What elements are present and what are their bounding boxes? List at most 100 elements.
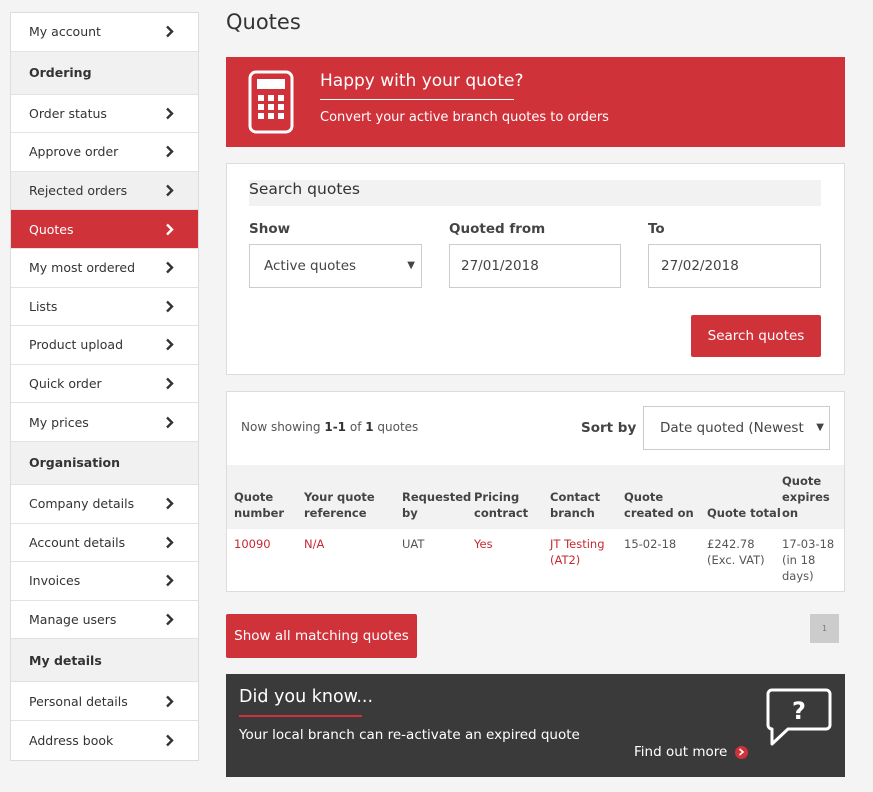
sidebar-item-lists[interactable]: Lists [11,288,198,327]
sort-select-value: Date quoted (Newest [660,420,804,436]
show-select[interactable]: Active quotes ▼ [249,244,422,288]
dyk-body: Your local branch can re-activate an exp… [239,727,580,743]
sidebar-item-address-book[interactable]: Address book [11,721,198,760]
quoted-from-input[interactable]: 27/01/2018 [449,244,621,288]
sidebar-item-label: Manage users [29,612,117,628]
sort-by-label: Sort by [581,420,637,436]
chevron-right-icon [162,694,176,708]
chevron-right-icon [162,338,176,352]
sidebar-item-label: Organisation [29,455,120,471]
results-panel: Now showing 1-1 of 1 quotes Sort by Date… [226,391,845,592]
sidebar-item-label: Lists [29,298,58,314]
chevron-right-icon [162,497,176,511]
sidebar-item-label: Account details [29,534,126,550]
sidebar-item-my-prices[interactable]: My prices [11,403,198,442]
question-bubble-icon: ? [766,688,832,746]
column-header-total: Quote total [707,506,781,520]
dyk-divider [239,715,362,717]
svg-text:?: ? [792,697,806,725]
search-panel-title: Search quotes [249,180,821,206]
results-count: Now showing 1-1 of 1 quotes [241,420,419,434]
chevron-right-icon [162,377,176,391]
did-you-know-panel: Did you know... Your local branch can re… [226,674,845,777]
pagination-page[interactable]: 1 [810,614,839,643]
column-header-requested-by: Requested by [402,490,472,520]
chevron-right-icon [162,222,176,236]
chevron-right-icon [162,733,176,747]
sidebar-item-label: Product upload [29,337,124,353]
cell-created: 15-02-18 [624,537,677,551]
sidebar-item-invoices[interactable]: Invoices [11,562,198,601]
sidebar-item-product-upload[interactable]: Product upload [11,326,198,365]
column-header-branch: Contact branch [550,490,601,520]
sort-select[interactable]: Date quoted (Newest ▼ [643,406,830,450]
chevron-right-icon [162,535,176,549]
cell-reference[interactable]: N/A [304,536,324,552]
sidebar-item-label: Invoices [29,573,81,589]
to-label: To [648,221,665,237]
sidebar-item-quick-order[interactable]: Quick order [11,365,198,404]
sidebar-item-personal-details[interactable]: Personal details [11,682,198,721]
quoted-from-label: Quoted from [449,221,546,237]
arrow-right-icon [735,745,749,759]
column-header-created: Quote created on [624,490,694,520]
caret-down-icon: ▼ [407,260,415,271]
sidebar-item-my-account[interactable]: My account [11,13,198,52]
sidebar-item-my-most-ordered[interactable]: My most ordered [11,249,198,288]
sidebar-item-label: Rejected orders [29,183,128,199]
dyk-heading: Did you know... [239,687,374,707]
sidebar-item-order-status[interactable]: Order status [11,95,198,134]
page-title: Quotes [226,10,301,34]
sidebar-item-label: My details [29,652,102,668]
chevron-right-icon [162,261,176,275]
promo-subtext: Convert your active branch quotes to ord… [320,110,609,125]
sidebar-section-ordering: Ordering [11,51,198,95]
chevron-right-icon [162,184,176,198]
show-all-quotes-button[interactable]: Show all matching quotes [226,614,417,658]
sidebar-item-label: My most ordered [29,260,136,276]
search-quotes-panel: Search quotes Show Active quotes ▼ Quote… [226,163,845,375]
caret-down-icon: ▼ [814,422,824,433]
sidebar-item-label: Approve order [29,144,119,160]
cell-requested-by: UAT [402,537,425,551]
sidebar-item-rejected-orders[interactable]: Rejected orders [11,171,198,211]
to-date-value: 27/02/2018 [661,258,739,274]
chevron-right-icon [162,299,176,313]
sidebar-item-label: Address book [29,732,114,748]
show-select-value: Active quotes [264,258,357,274]
chevron-right-icon [162,145,176,159]
sidebar-section-organisation: Organisation [11,441,198,485]
show-label: Show [249,221,291,237]
cell-total: £242.78 (Exc. VAT) [707,537,765,567]
sidebar-item-label: Quick order [29,376,102,392]
sidebar-item-quotes[interactable]: Quotes [11,210,198,249]
chevron-right-icon [162,106,176,120]
cell-branch[interactable]: JT Testing (AT2) [550,536,605,568]
chevron-right-icon [162,574,176,588]
chevron-right-icon [162,25,176,39]
find-out-more-label: Find out more [634,744,728,760]
table-header: Quote number Your quote reference Requested b… [227,465,844,529]
promo-heading: Happy with your quote? [320,71,524,91]
cell-quote-number[interactable]: 10090 [234,536,271,552]
sidebar-item-label: Company details [29,496,135,512]
sidebar-item-company-details[interactable]: Company details [11,485,198,524]
account-sidebar: My account Ordering Order status Approve or… [10,12,199,761]
cell-pricing: Yes [474,537,493,551]
sidebar-item-label: Ordering [29,65,92,81]
column-header-quote-number: Quote number [234,490,285,520]
column-header-reference: Your quote reference [304,490,375,520]
sidebar-item-approve-order[interactable]: Approve order [11,133,198,172]
sidebar-item-account-details[interactable]: Account details [11,524,198,563]
search-quotes-button[interactable]: Search quotes [691,315,821,357]
cell-expires: 17-03-18 (in 18 days) [782,537,835,583]
sidebar-item-label: Quotes [29,221,74,237]
sidebar-item-label: My prices [29,414,89,430]
sidebar-item-label: My account [29,24,101,40]
sidebar-item-label: Order status [29,105,107,121]
sidebar-item-manage-users[interactable]: Manage users [11,601,198,640]
find-out-more-link[interactable]: Find out more [634,744,749,760]
quoted-from-value: 27/01/2018 [461,258,539,274]
to-date-input[interactable]: 27/02/2018 [648,244,821,288]
promo-banner[interactable]: Happy with your quote? Convert your acti… [226,57,845,147]
